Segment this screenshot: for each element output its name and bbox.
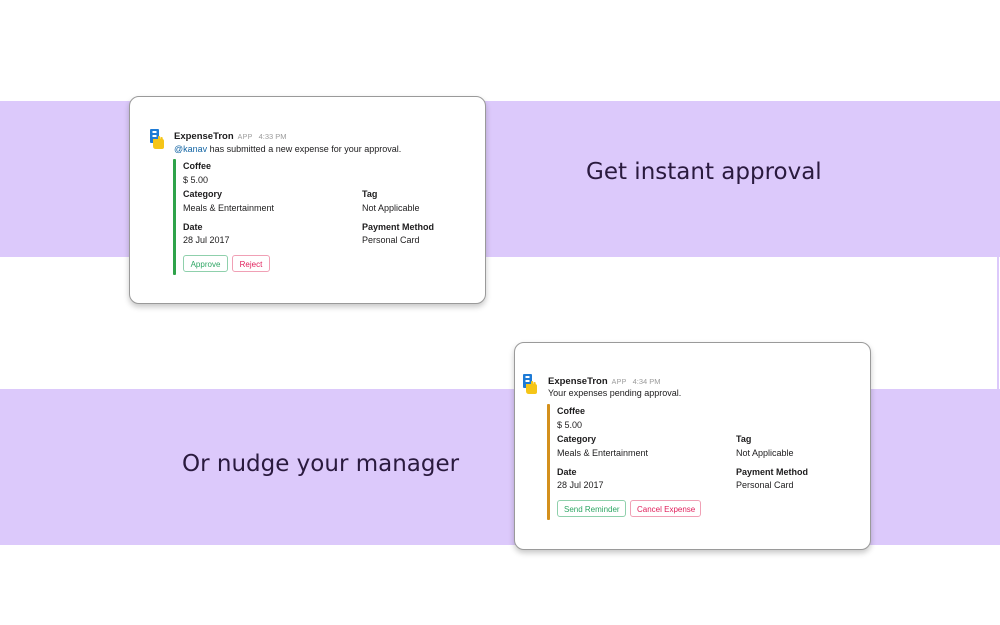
- category-label: Category: [183, 189, 223, 199]
- app-name[interactable]: ExpenseTron: [548, 376, 608, 387]
- tag-value: Not Applicable: [736, 448, 794, 458]
- message-header: ExpenseTron APP 4:33 PM: [174, 131, 287, 142]
- category-label: Category: [557, 434, 597, 444]
- expense-amount: $ 5.00: [557, 420, 583, 430]
- payment-method-value: Personal Card: [736, 480, 794, 490]
- expense-attachment: Coffee $ 5.00 Category Meals & Entertain…: [547, 404, 847, 522]
- date-label: Date: [183, 222, 203, 232]
- user-mention[interactable]: @kanav: [174, 144, 207, 154]
- app-name[interactable]: ExpenseTron: [174, 131, 234, 142]
- expense-attachment: Coffee $ 5.00 Category Meals & Entertain…: [173, 159, 473, 277]
- tag-value: Not Applicable: [362, 203, 420, 213]
- category-value: Meals & Entertainment: [183, 203, 275, 213]
- date-label: Date: [557, 467, 577, 477]
- tag-label: Tag: [362, 189, 378, 199]
- edge-divider: [997, 257, 999, 389]
- message-text: Your expenses pending approval.: [548, 388, 682, 398]
- send-reminder-button[interactable]: Send Reminder: [557, 500, 626, 517]
- pending-message-card: ExpenseTron APP 4:34 PM Your expenses pend…: [514, 342, 871, 550]
- message-text: @kanav has submitted a new expense for y…: [174, 144, 401, 154]
- message-header: ExpenseTron APP 4:34 PM: [548, 376, 661, 387]
- expensetron-app-icon: [150, 129, 164, 149]
- category-value: Meals & Entertainment: [557, 448, 649, 458]
- message-timestamp[interactable]: 4:34 PM: [633, 377, 661, 386]
- date-value: 28 Jul 2017: [557, 480, 604, 490]
- headline-nudge-manager: Or nudge your manager: [182, 451, 460, 477]
- expense-amount: $ 5.00: [183, 175, 209, 185]
- tag-label: Tag: [736, 434, 752, 444]
- reject-button[interactable]: Reject: [232, 255, 270, 272]
- date-value: 28 Jul 2017: [183, 235, 230, 245]
- message-timestamp[interactable]: 4:33 PM: [259, 132, 287, 141]
- app-badge: APP: [611, 379, 627, 386]
- headline-instant-approval: Get instant approval: [586, 159, 822, 185]
- message-body: has submitted a new expense for your app…: [207, 144, 402, 154]
- attachment-color-bar: [547, 404, 550, 520]
- payment-method-value: Personal Card: [362, 235, 420, 245]
- expensetron-app-icon: [523, 374, 537, 394]
- payment-method-label: Payment Method: [362, 222, 435, 232]
- cancel-expense-button[interactable]: Cancel Expense: [630, 500, 701, 517]
- payment-method-label: Payment Method: [736, 467, 809, 477]
- attachment-color-bar: [173, 159, 176, 275]
- expense-title: Coffee: [557, 406, 586, 416]
- expense-title: Coffee: [183, 161, 212, 171]
- approve-button[interactable]: Approve: [183, 255, 228, 272]
- approval-message-card: ExpenseTron APP 4:33 PM @kanav has submitt…: [129, 96, 486, 304]
- app-badge: APP: [237, 134, 253, 141]
